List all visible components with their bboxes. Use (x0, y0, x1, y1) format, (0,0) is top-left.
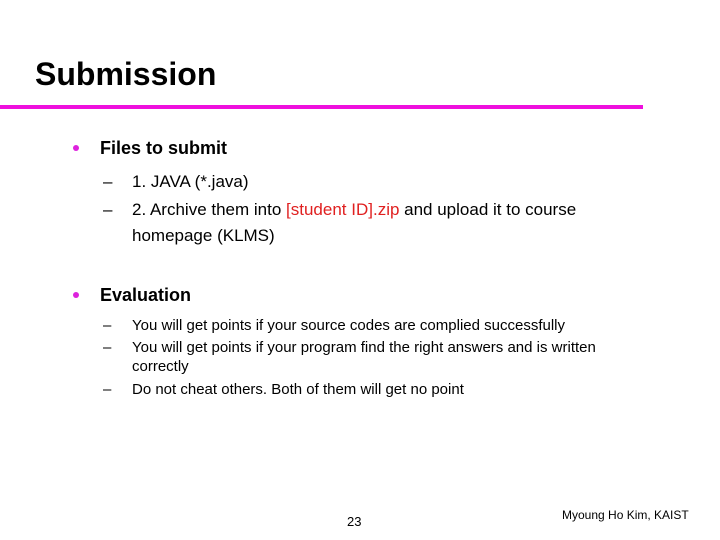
dash-icon: – (103, 317, 112, 334)
list-item: You will get points if your source codes… (132, 317, 565, 334)
list-item-continuation: correctly (132, 358, 189, 375)
page-number: 23 (347, 514, 362, 529)
dash-icon: – (103, 339, 112, 356)
title-underline (0, 105, 643, 109)
list-item: Do not cheat others. Both of them will g… (132, 381, 464, 398)
highlighted-filename: [student ID].zip (286, 200, 400, 219)
dash-icon: – (103, 200, 113, 219)
section-heading-evaluation: Evaluation (100, 285, 192, 305)
list-item: 1. JAVA (*.java) (132, 172, 249, 191)
list-item: You will get points if your program find… (132, 339, 596, 356)
bullet-dot-icon (73, 145, 79, 151)
list-item: 2. Archive them into [student ID].zip an… (132, 198, 576, 223)
dash-icon: – (103, 172, 113, 191)
author-footer: Myoung Ho Kim, KAIST (562, 508, 689, 522)
item-text: 2. Archive them into (132, 200, 287, 219)
dash-icon: – (103, 381, 112, 398)
item-text: and upload it to course (399, 200, 577, 219)
slide-title: Submission (35, 56, 217, 92)
bullet-dot-icon (73, 292, 79, 298)
section-heading-files: Files to submit (100, 138, 228, 158)
list-item-continuation: homepage (KLMS) (132, 226, 275, 245)
